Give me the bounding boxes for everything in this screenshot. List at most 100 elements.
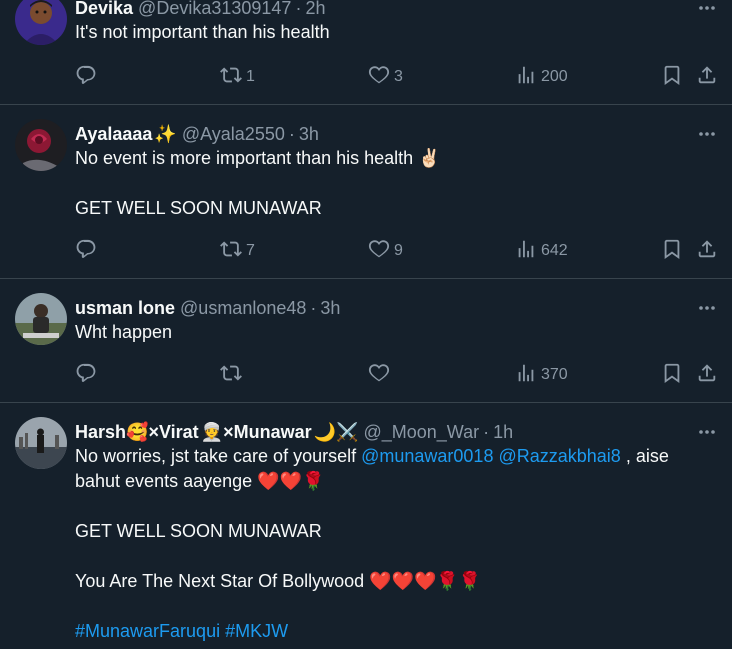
moon-swords-icon: 🌙⚔️ xyxy=(313,421,359,442)
bookmark-button[interactable] xyxy=(661,362,683,388)
like-count: 3 xyxy=(394,68,403,85)
more-icon[interactable] xyxy=(694,296,720,320)
views-count: 370 xyxy=(541,366,568,383)
views-icon xyxy=(515,238,537,265)
like-button[interactable]: 3 xyxy=(368,64,403,90)
separator-dot: · xyxy=(295,0,302,18)
like-icon xyxy=(368,238,390,265)
views-button[interactable]: 200 xyxy=(515,64,568,90)
timestamp[interactable]: 3h xyxy=(320,298,340,319)
timestamp[interactable]: 3h xyxy=(299,124,319,145)
display-name-part[interactable]: Harsh xyxy=(75,422,126,443)
action-bar: 1 3 200 xyxy=(75,64,720,90)
user-handle[interactable]: @Devika31309147 xyxy=(138,0,291,19)
tweet-text-line: GET WELL SOON MUNAWAR xyxy=(75,521,322,541)
like-count: 9 xyxy=(394,242,403,259)
tweet-text: No worries, jst take care of yourself @m… xyxy=(75,444,716,644)
bookmark-icon xyxy=(661,64,683,91)
more-icon[interactable] xyxy=(694,420,720,444)
display-name[interactable]: Ayalaaaa xyxy=(75,124,152,145)
bookmark-icon xyxy=(661,238,683,265)
reply-button[interactable] xyxy=(75,238,101,264)
display-name-part[interactable]: ×Munawar xyxy=(223,422,312,443)
more-icon[interactable] xyxy=(694,0,720,20)
tweet-header: usman lone @usmanlone48 · 3h xyxy=(75,296,716,320)
avatar[interactable] xyxy=(15,119,67,171)
avatar[interactable] xyxy=(15,0,67,45)
tweet-text-line: It's not important than his health xyxy=(75,22,330,42)
display-name-part[interactable]: ×Virat xyxy=(148,422,198,443)
share-button[interactable] xyxy=(696,238,718,264)
share-icon xyxy=(696,238,718,265)
like-icon xyxy=(368,64,390,91)
mention-link[interactable]: @Razzakbhai8 xyxy=(498,446,620,466)
tweet-text-line xyxy=(75,171,716,196)
sparkles-icon: ✨ xyxy=(154,123,177,144)
reply-button[interactable] xyxy=(75,64,101,90)
tweet-devika[interactable]: Devika @Devika31309147 · 2h It's not imp… xyxy=(0,0,732,105)
retweet-count: 7 xyxy=(246,242,255,259)
tweet-text-line xyxy=(75,494,716,519)
text-segment: , aise xyxy=(620,446,669,466)
tweet-text: No event is more important than his heal… xyxy=(75,146,716,221)
reply-button[interactable] xyxy=(75,362,101,388)
tweet-text: Wht happen xyxy=(75,320,716,345)
retweet-icon xyxy=(220,64,242,91)
timestamp[interactable]: 2h xyxy=(305,0,325,19)
action-bar: 370 xyxy=(75,362,720,388)
tweet-header: Harsh 🥰 ×Virat 👳 ×Munawar 🌙⚔️ @_Moon_War… xyxy=(75,420,716,444)
views-count: 200 xyxy=(541,68,568,85)
tweet-text-line: No worries, jst take care of yourself @m… xyxy=(75,444,716,469)
tweet-text-line: bahut events aayenge ❤️❤️🌹 xyxy=(75,471,325,491)
retweet-icon xyxy=(220,362,242,389)
action-bar: 7 9 642 xyxy=(75,238,720,264)
smiling-hearts-icon: 🥰 xyxy=(126,421,149,442)
tweet-ayalaaaa[interactable]: Ayalaaaa ✨ @Ayala2550 · 3h No event is m… xyxy=(0,105,732,279)
user-handle[interactable]: @_Moon_War xyxy=(363,422,479,443)
display-name[interactable]: Devika xyxy=(75,0,133,19)
tweet-text-line: No event is more important than his heal… xyxy=(75,148,441,168)
like-button[interactable]: 9 xyxy=(368,238,403,264)
text-segment: No worries, jst take care of yourself xyxy=(75,446,362,466)
retweet-count: 1 xyxy=(246,68,255,85)
mention-link[interactable]: @munawar0018 xyxy=(361,446,493,466)
tweet-text: It's not important than his health xyxy=(75,20,716,45)
turban-icon: 👳 xyxy=(200,421,224,442)
bookmark-button[interactable] xyxy=(661,64,683,90)
views-button[interactable]: 642 xyxy=(515,238,568,264)
timestamp[interactable]: 1h xyxy=(493,422,513,443)
tweet-harsh[interactable]: Harsh 🥰 ×Virat 👳 ×Munawar 🌙⚔️ @_Moon_War… xyxy=(0,403,732,649)
share-button[interactable] xyxy=(696,362,718,388)
reply-icon xyxy=(75,64,97,91)
user-handle[interactable]: @Ayala2550 xyxy=(182,124,285,145)
tweet-header: Ayalaaaa ✨ @Ayala2550 · 3h xyxy=(75,122,716,146)
bookmark-button[interactable] xyxy=(661,238,683,264)
display-name[interactable]: usman lone xyxy=(75,298,175,319)
share-button[interactable] xyxy=(696,64,718,90)
views-button[interactable]: 370 xyxy=(515,362,568,388)
retweet-icon xyxy=(220,238,242,265)
tweet-text-line xyxy=(75,544,716,569)
bookmark-icon xyxy=(661,362,683,389)
like-button[interactable] xyxy=(368,362,394,388)
more-icon[interactable] xyxy=(694,122,720,146)
tweet-text-line: GET WELL SOON MUNAWAR xyxy=(75,198,322,218)
share-icon xyxy=(696,362,718,389)
retweet-button[interactable] xyxy=(220,362,246,388)
reply-icon xyxy=(75,238,97,265)
views-count: 642 xyxy=(541,242,568,259)
separator-dot: · xyxy=(310,297,317,318)
retweet-button[interactable]: 1 xyxy=(220,64,255,90)
tweet-text-line: You Are The Next Star Of Bollywood ❤️❤️❤… xyxy=(75,571,482,591)
user-handle[interactable]: @usmanlone48 xyxy=(180,298,306,319)
reply-feed: Devika @Devika31309147 · 2h It's not imp… xyxy=(0,0,732,649)
views-icon xyxy=(515,64,537,91)
hashtag-links[interactable]: #MunawarFaruqui #MKJW xyxy=(75,619,716,644)
avatar[interactable] xyxy=(15,417,67,469)
reply-icon xyxy=(75,362,97,389)
tweet-text-line: Wht happen xyxy=(75,322,173,342)
separator-dot: · xyxy=(288,123,295,144)
retweet-button[interactable]: 7 xyxy=(220,238,255,264)
tweet-usman-lone[interactable]: usman lone @usmanlone48 · 3h Wht happen xyxy=(0,279,732,403)
avatar[interactable] xyxy=(15,293,67,345)
